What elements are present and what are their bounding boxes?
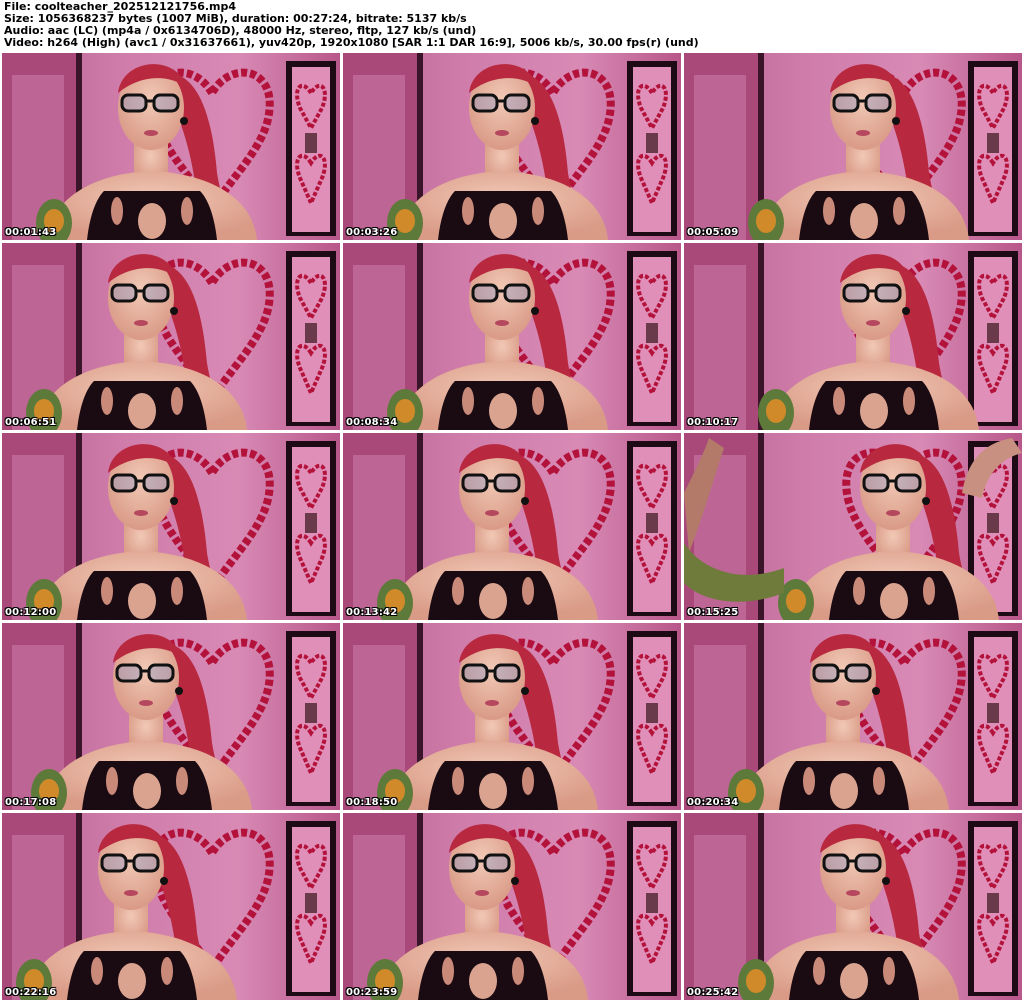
timestamp-label: 00:13:42 [346, 607, 398, 618]
timestamp-label: 00:22:16 [5, 987, 57, 998]
timestamp-label: 00:10:17 [687, 417, 739, 428]
frame-image [684, 813, 1022, 1000]
timestamp-label: 00:08:34 [346, 417, 398, 428]
timestamp-label: 00:06:51 [5, 417, 57, 428]
video-thumbnail: 00:03:26 [343, 53, 681, 240]
thumbnail-grid: 00:01:43 00:03:26 00:05:09 00:06:51 00:08:34… [0, 53, 1024, 1003]
frame-image [343, 433, 681, 620]
frame-image [2, 433, 340, 620]
timestamp-label: 00:12:00 [5, 607, 57, 618]
video-thumbnail: 00:22:16 [2, 813, 340, 1000]
video-thumbnail: 00:06:51 [2, 243, 340, 430]
frame-image [2, 623, 340, 810]
frame-image [343, 813, 681, 1000]
timestamp-label: 00:17:08 [5, 797, 57, 808]
video-thumbnail: 00:25:42 [684, 813, 1022, 1000]
frame-image [2, 813, 340, 1000]
file-info-header: File: coolteacher_202512121756.mp4 Size:… [4, 1, 1020, 51]
video-thumbnail: 00:05:09 [684, 53, 1022, 240]
video-thumbnail: 00:12:00 [2, 433, 340, 620]
video-thumbnail: 00:01:43 [2, 53, 340, 240]
frame-image [684, 53, 1022, 240]
video-thumbnail: 00:15:25 [684, 433, 1022, 620]
frame-image [343, 53, 681, 240]
frame-image [2, 243, 340, 430]
video-info-line: Video: h264 (High) (avc1 / 0x31637661), … [4, 36, 699, 49]
video-thumbnail: 00:17:08 [2, 623, 340, 810]
timestamp-label: 00:18:50 [346, 797, 398, 808]
timestamp-label: 00:25:42 [687, 987, 739, 998]
video-thumbnail: 00:23:59 [343, 813, 681, 1000]
video-thumbnail: 00:08:34 [343, 243, 681, 430]
timestamp-label: 00:15:25 [687, 607, 739, 618]
frame-image [684, 623, 1022, 810]
timestamp-label: 00:01:43 [5, 227, 57, 238]
video-thumbnail: 00:18:50 [343, 623, 681, 810]
frame-image [684, 243, 1022, 430]
frame-image [684, 433, 1022, 620]
timestamp-label: 00:03:26 [346, 227, 398, 238]
frame-image [343, 243, 681, 430]
timestamp-label: 00:23:59 [346, 987, 398, 998]
frame-image [343, 623, 681, 810]
frame-image [2, 53, 340, 240]
timestamp-label: 00:05:09 [687, 227, 739, 238]
video-thumbnail: 00:20:34 [684, 623, 1022, 810]
video-thumbnail: 00:10:17 [684, 243, 1022, 430]
video-thumbnail: 00:13:42 [343, 433, 681, 620]
timestamp-label: 00:20:34 [687, 797, 739, 808]
